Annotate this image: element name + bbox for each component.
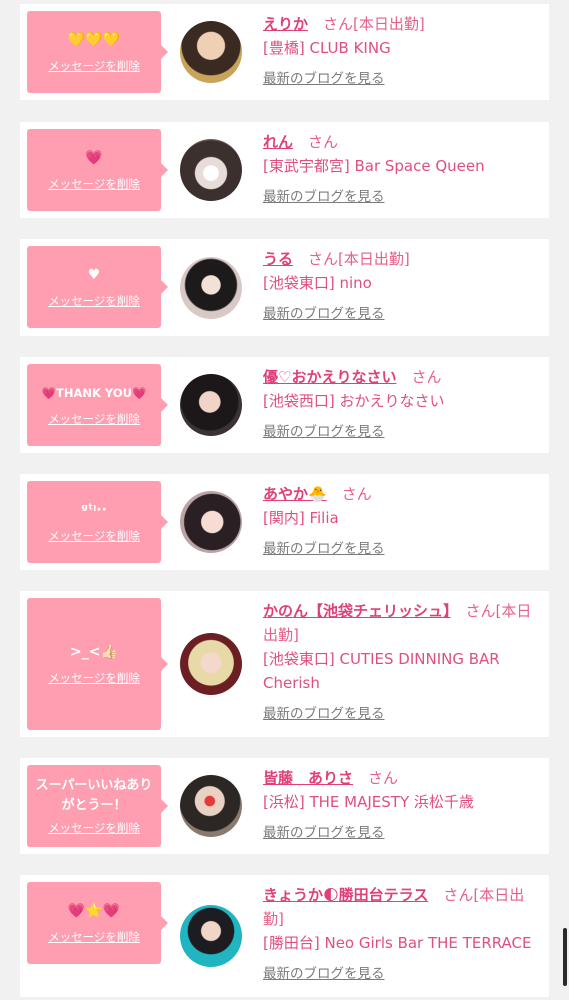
cast-name-link[interactable]: 皆藤 ありさ — [263, 769, 353, 787]
cast-name-link[interactable]: かのん【池袋チェリッシュ】 — [263, 602, 451, 620]
latest-blog-link[interactable]: 最新のブログを見る — [263, 823, 545, 843]
cast-card: 💗 メッセージを削除 れん さん [東武宇都宮] Bar Space Queen… — [20, 122, 549, 218]
cast-card: 💗THANK YOU💗 メッセージを削除 優♡おかえりなさい さん [池袋西口]… — [20, 357, 549, 453]
cast-info: きょうか🌓勝田台テラス さん[本日出勤] [勝田台] Neo Girls Bar… — [263, 883, 545, 984]
cast-card: 💗⭐💗 メッセージを削除 きょうか🌓勝田台テラス さん[本日出勤] [勝田台] … — [20, 875, 549, 997]
avatar[interactable] — [180, 491, 242, 553]
cast-status: さん — [308, 133, 339, 151]
cast-name-link[interactable]: えりか — [263, 15, 308, 33]
shop-name: [関内] Filia — [263, 509, 339, 527]
message-text: 💛💛💛 — [67, 32, 121, 48]
cast-status: さん[本日出勤] — [308, 250, 410, 268]
message-text: 💗THANK YOU💗 — [41, 386, 147, 400]
delete-message-link[interactable]: メッセージを削除 — [48, 528, 140, 544]
cast-status: さん[本日出勤] — [323, 15, 425, 33]
latest-blog-link[interactable]: 最新のブログを見る — [263, 187, 545, 207]
delete-message-link[interactable]: メッセージを削除 — [48, 411, 140, 427]
delete-message-link[interactable]: メッセージを削除 — [48, 929, 140, 945]
cast-status: さん — [341, 485, 372, 503]
delete-message-link[interactable]: メッセージを削除 — [48, 670, 140, 686]
shop-name: [池袋東口] nino — [263, 274, 372, 292]
latest-blog-link[interactable]: 最新のブログを見る — [263, 304, 545, 324]
cast-card: スーパーいいねありがとうー！ メッセージを削除 皆藤 ありさ さん [浜松] T… — [20, 758, 549, 854]
avatar[interactable] — [180, 633, 242, 695]
latest-blog-link[interactable]: 最新のブログを見る — [263, 422, 545, 442]
cast-card: ᵍᵗᵎ·· メッセージを削除 あやか🐣 さん [関内] Filia 最新のブログ… — [20, 474, 549, 570]
latest-blog-link[interactable]: 最新のブログを見る — [263, 69, 545, 89]
cast-info: うる さん[本日出勤] [池袋東口] nino 最新のブログを見る — [263, 247, 545, 324]
avatar[interactable] — [180, 905, 242, 967]
avatar[interactable] — [180, 21, 242, 83]
cast-name-link[interactable]: うる — [263, 250, 293, 268]
message-bubble: 💗THANK YOU💗 メッセージを削除 — [27, 364, 168, 446]
scrollbar[interactable] — [563, 928, 567, 986]
cast-info: えりか さん[本日出勤] [豊橋] CLUB KING 最新のブログを見る — [263, 12, 545, 89]
latest-blog-link[interactable]: 最新のブログを見る — [263, 539, 545, 559]
cast-name-link[interactable]: 優♡おかえりなさい — [263, 368, 396, 386]
cast-card: ♥ メッセージを削除 うる さん[本日出勤] [池袋東口] nino 最新のブロ… — [20, 239, 549, 336]
cast-name-link[interactable]: れん — [263, 133, 293, 151]
message-text: 💗⭐💗 — [67, 903, 121, 919]
cast-name-link[interactable]: あやか🐣 — [263, 485, 327, 503]
message-text: スーパーいいねありがとうー！ — [35, 778, 153, 813]
avatar[interactable] — [180, 139, 242, 201]
cast-card: >_<👍🏻 メッセージを削除 かのん【池袋チェリッシュ】 さん[本日出勤] [池… — [20, 591, 549, 737]
shop-name: [勝田台] Neo Girls Bar THE TERRACE — [263, 934, 532, 952]
cast-info: かのん【池袋チェリッシュ】 さん[本日出勤] [池袋東口] CUTIES DIN… — [263, 599, 545, 724]
delete-message-link[interactable]: メッセージを削除 — [48, 176, 140, 192]
cast-info: 優♡おかえりなさい さん [池袋西口] おかえりなさい 最新のブログを見る — [263, 365, 545, 442]
message-bubble: 💛💛💛 メッセージを削除 — [27, 11, 168, 93]
delete-message-link[interactable]: メッセージを削除 — [48, 58, 140, 74]
message-text: >_<👍🏻 — [70, 644, 118, 660]
message-bubble: 💗 メッセージを削除 — [27, 129, 168, 211]
delete-message-link[interactable]: メッセージを削除 — [48, 820, 140, 836]
message-bubble: ᵍᵗᵎ·· メッセージを削除 — [27, 481, 168, 563]
cast-name-link[interactable]: きょうか🌓勝田台テラス — [263, 886, 428, 904]
cast-status: さん — [411, 368, 442, 386]
message-text: 💗 — [85, 150, 103, 166]
cast-info: 皆藤 ありさ さん [浜松] THE MAJESTY 浜松千歳 最新のブログを見… — [263, 766, 545, 843]
cast-card: 💛💛💛 メッセージを削除 えりか さん[本日出勤] [豊橋] CLUB KING… — [20, 4, 549, 100]
message-bubble: >_<👍🏻 メッセージを削除 — [27, 598, 168, 730]
shop-name: [池袋西口] おかえりなさい — [263, 392, 445, 410]
avatar[interactable] — [180, 775, 242, 837]
shop-name: [池袋東口] CUTIES DINNING BAR Cherish — [263, 650, 500, 692]
message-bubble: ♥ メッセージを削除 — [27, 246, 168, 328]
shop-name: [豊橋] CLUB KING — [263, 39, 391, 57]
cast-info: れん さん [東武宇都宮] Bar Space Queen 最新のブログを見る — [263, 130, 545, 207]
latest-blog-link[interactable]: 最新のブログを見る — [263, 964, 545, 984]
latest-blog-link[interactable]: 最新のブログを見る — [263, 704, 545, 724]
avatar[interactable] — [180, 257, 242, 319]
message-bubble: 💗⭐💗 メッセージを削除 — [27, 882, 168, 964]
delete-message-link[interactable]: メッセージを削除 — [48, 293, 140, 309]
shop-name: [東武宇都宮] Bar Space Queen — [263, 157, 485, 175]
message-bubble: スーパーいいねありがとうー！ メッセージを削除 — [27, 765, 168, 847]
cast-status: さん — [368, 769, 399, 787]
message-text: ♥ — [87, 267, 101, 283]
avatar[interactable] — [180, 374, 242, 436]
message-text: ᵍᵗᵎ·· — [81, 502, 107, 518]
shop-name: [浜松] THE MAJESTY 浜松千歳 — [263, 793, 474, 811]
cast-info: あやか🐣 さん [関内] Filia 最新のブログを見る — [263, 482, 545, 559]
